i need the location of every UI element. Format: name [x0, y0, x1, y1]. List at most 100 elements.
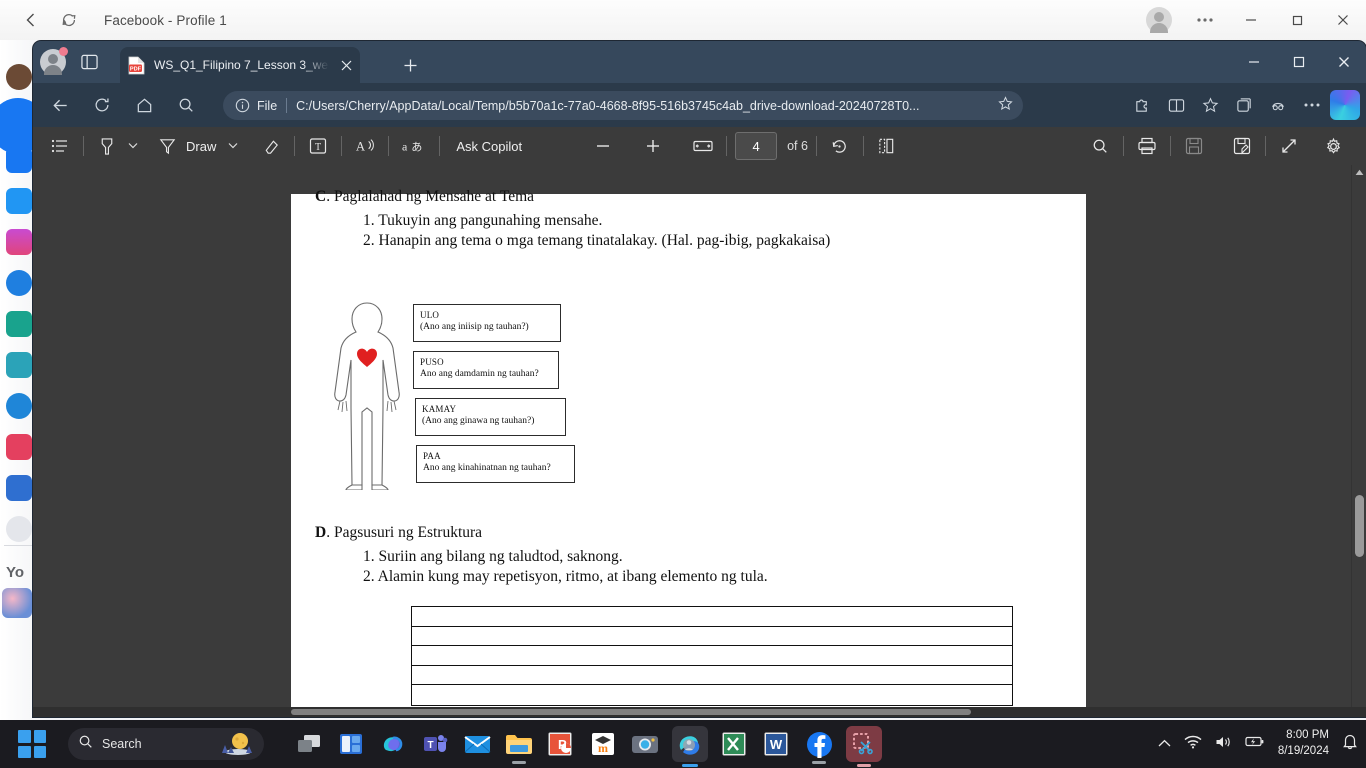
friends-icon[interactable]	[6, 147, 32, 173]
translate-icon[interactable]: aあ	[397, 131, 431, 161]
zoom-out-minus-icon[interactable]	[588, 131, 618, 161]
url-text[interactable]: C:/Users/Cherry/AppData/Local/Temp/b5b70…	[296, 99, 990, 113]
split-screen-icon[interactable]	[1160, 89, 1192, 121]
excel-icon[interactable]	[720, 729, 750, 759]
camera-icon[interactable]	[630, 729, 660, 759]
read-aloud-icon[interactable]: A	[350, 131, 380, 161]
add-text-icon[interactable]: T	[303, 131, 333, 161]
sidebar-shortcut-thumbnail[interactable]	[2, 588, 32, 618]
see-more-icon[interactable]	[6, 516, 32, 542]
refresh-icon[interactable]	[85, 89, 119, 121]
facebook-icon[interactable]	[804, 729, 834, 764]
windows-taskbar: Search T P m W 8:00 PM 8/19/2024	[0, 720, 1366, 768]
copilot-icon[interactable]	[378, 729, 408, 759]
chevron-down-icon[interactable]	[128, 141, 138, 151]
favorites-ribbon-icon[interactable]	[1194, 89, 1226, 121]
copilot-icon[interactable]	[1330, 90, 1360, 120]
page-layout-icon[interactable]	[872, 131, 902, 161]
clock[interactable]: 8:00 PM 8/19/2024	[1278, 728, 1329, 759]
account-avatar-icon[interactable]	[1146, 7, 1172, 33]
fit-to-width-icon[interactable]	[688, 131, 718, 161]
widgets-icon[interactable]	[336, 729, 366, 759]
favorite-star-icon[interactable]	[998, 95, 1013, 116]
taskbar-search-box[interactable]: Search	[68, 728, 264, 760]
svg-text:A: A	[356, 140, 366, 154]
rotate-icon[interactable]	[825, 131, 855, 161]
microsoft-edge-icon[interactable]	[672, 726, 708, 767]
toolbar-separator	[439, 136, 441, 156]
scrollbar-thumb[interactable]	[291, 709, 971, 715]
extensions-puzzle-icon[interactable]	[1126, 89, 1158, 121]
memories-icon[interactable]	[6, 188, 32, 214]
scrollbar-thumb[interactable]	[1355, 495, 1364, 557]
scroll-up-arrow-icon[interactable]	[1352, 165, 1366, 180]
draw-label[interactable]: Draw	[186, 139, 216, 154]
show-hidden-icons-chevron[interactable]	[1158, 735, 1171, 753]
new-tab-plus-icon[interactable]	[397, 52, 423, 78]
word-icon[interactable]: W	[762, 729, 792, 759]
minimize-icon[interactable]	[1228, 0, 1274, 40]
address-bar[interactable]: File C:/Users/Cherry/AppData/Local/Temp/…	[223, 91, 1023, 120]
back-arrow-icon[interactable]	[43, 89, 77, 121]
ask-copilot-button[interactable]: Ask Copilot	[456, 139, 522, 154]
facebook-sidebar-items	[6, 54, 32, 542]
microsoft-teams-icon[interactable]: T	[420, 729, 450, 759]
info-circle-icon[interactable]	[233, 97, 251, 115]
browser-tab[interactable]: PDF WS_Q1_Filipino 7_Lesson 3_week	[120, 47, 360, 83]
notification-bell-icon[interactable]	[1342, 733, 1358, 755]
moon-landscape-icon[interactable]	[216, 731, 258, 762]
gear-icon[interactable]	[1318, 131, 1348, 161]
zoom-in-plus-icon[interactable]	[638, 131, 668, 161]
ads-manager-icon[interactable]	[6, 475, 32, 501]
file-explorer-icon[interactable]	[504, 729, 534, 764]
search-icon[interactable]	[1085, 131, 1115, 161]
tab-close-icon[interactable]	[337, 56, 355, 74]
snipping-tool-icon[interactable]	[846, 726, 882, 767]
eraser-icon[interactable]	[256, 131, 286, 161]
groups-icon[interactable]	[6, 270, 32, 296]
maximize-icon[interactable]	[1276, 41, 1321, 83]
reels-icon[interactable]	[6, 229, 32, 255]
battery-icon[interactable]	[1245, 735, 1265, 753]
wifi-icon[interactable]	[1184, 735, 1202, 754]
more-options-icon[interactable]	[1182, 0, 1228, 40]
sidebar-avatar[interactable]	[6, 64, 32, 90]
back-arrow-icon[interactable]	[14, 5, 48, 35]
fullscreen-icon[interactable]	[1274, 131, 1304, 161]
page-number-input[interactable]: 4	[735, 132, 778, 160]
marketplace-icon[interactable]	[6, 311, 32, 337]
task-view-icon[interactable]	[294, 729, 324, 759]
pages-icon[interactable]	[6, 393, 32, 419]
collections-icon[interactable]	[1228, 89, 1260, 121]
search-icon[interactable]	[169, 89, 203, 121]
svg-text:PDF: PDF	[130, 66, 142, 72]
windows-start-icon[interactable]	[18, 730, 46, 758]
minimize-icon[interactable]	[1231, 41, 1276, 83]
highlight-pen-icon[interactable]	[92, 131, 122, 161]
restore-icon[interactable]	[1274, 0, 1320, 40]
browser-essentials-icon[interactable]	[1262, 89, 1294, 121]
mail-icon[interactable]	[462, 729, 492, 759]
app-running-indicator	[512, 761, 526, 764]
pdf-vertical-scrollbar[interactable]	[1351, 165, 1366, 717]
moodle-icon[interactable]: m	[588, 729, 618, 759]
close-icon[interactable]	[1321, 41, 1366, 83]
vertical-tabs-icon[interactable]	[77, 50, 101, 74]
video-icon[interactable]	[6, 434, 32, 460]
print-icon[interactable]	[1132, 131, 1162, 161]
table-of-contents-icon[interactable]	[45, 131, 75, 161]
chevron-down-icon[interactable]	[228, 141, 238, 151]
draw-pen-icon[interactable]	[152, 131, 182, 161]
toolbar-separator	[815, 136, 817, 156]
save-as-icon[interactable]	[1227, 131, 1257, 161]
pdf-page-content: C. Paglalahad ng Mensahe at Tema 1. Tuku…	[291, 188, 1086, 717]
pdf-horizontal-scrollbar[interactable]	[33, 707, 1366, 717]
volume-icon[interactable]	[1215, 735, 1232, 754]
close-icon[interactable]	[1320, 0, 1366, 40]
saved-icon[interactable]	[6, 352, 32, 378]
powerpoint-icon[interactable]: P	[546, 729, 576, 759]
home-icon[interactable]	[127, 89, 161, 121]
reload-icon[interactable]	[54, 5, 84, 35]
pdf-document-area[interactable]: C. Paglalahad ng Mensahe at Tema 1. Tuku…	[33, 165, 1366, 717]
settings-and-more-icon[interactable]	[1296, 89, 1328, 121]
